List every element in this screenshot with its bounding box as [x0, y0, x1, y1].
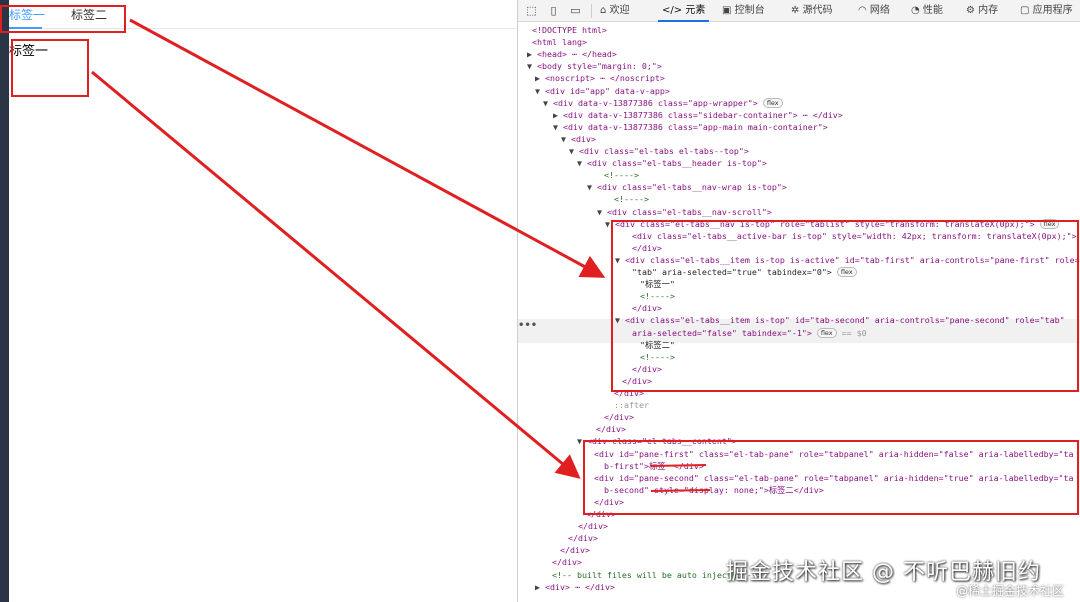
expand-triangle-icon[interactable]: ▼ [527, 61, 537, 71]
dom-node-line[interactable]: ▼ <div> [561, 133, 596, 145]
collapse-triangle-icon[interactable]: ▶ [527, 49, 537, 59]
dom-node-text: <div class="el-tabs__header is-top"> [587, 158, 767, 169]
dom-node-text: <body style="margin: 0;"> [537, 61, 662, 72]
expand-triangle-icon[interactable]: ▼ [561, 134, 571, 144]
dom-node-line[interactable]: <!----> [614, 193, 649, 205]
tab-welcome[interactable]: ⌂ 欢迎 [600, 0, 630, 22]
dom-node-text: <div id="app" data-v-app> [545, 85, 670, 96]
annotation-box-pane [11, 39, 89, 97]
annotation-box-pane-nodes [583, 440, 1079, 515]
console-icon: ▣ [722, 5, 735, 16]
tab-network[interactable]: ◠ 网络 [858, 0, 890, 22]
tab-elements-label: 元素 [685, 5, 706, 16]
dom-node-line[interactable]: </div> [568, 532, 598, 544]
sidebar-edge [0, 0, 9, 602]
dom-node-line[interactable]: </div> [596, 423, 626, 435]
expand-triangle-icon[interactable]: ▼ [577, 158, 587, 168]
tab-application-label: 应用程序 [1032, 5, 1073, 16]
device-emulation-icon[interactable]: ▯ [546, 3, 561, 18]
expand-triangle-icon[interactable]: ▼ [597, 207, 607, 217]
dom-node-text: </div> [560, 545, 590, 556]
expand-triangle-icon[interactable]: ▼ [535, 86, 545, 96]
dom-node-text: </div> [578, 521, 608, 532]
dom-node-text: </div> [568, 533, 598, 544]
dom-node-line[interactable]: ▼ <div class="el-tabs el-tabs--top"> [569, 145, 749, 157]
dom-node-line[interactable]: </div> [604, 411, 634, 423]
dom-node-text: <div> [571, 133, 596, 144]
dom-node-line[interactable]: ▼ <div class="el-tabs__nav-wrap is-top"> [587, 181, 787, 193]
sidebar-toggle-icon[interactable]: ▭ [568, 3, 583, 18]
dom-node-line[interactable]: ▶ <div> ⋯ </div> [535, 581, 615, 593]
watermark-sub: @稀土掘金技术社区 [956, 584, 1065, 598]
tab-sources-label: 源代码 [802, 5, 833, 16]
dom-node-line[interactable]: </div> [578, 520, 608, 532]
tab-console-label: 控制台 [734, 5, 765, 16]
dom-node-line[interactable]: ▼ <div class="el-tabs__header is-top"> [577, 157, 767, 169]
collapse-triangle-icon[interactable]: ▶ [535, 73, 545, 83]
dom-node-text: <div class="el-tabs el-tabs--top"> [579, 146, 749, 156]
tab-memory[interactable]: ⚙ 内存 [966, 0, 998, 22]
dom-node-line[interactable]: </div> [560, 544, 590, 556]
dom-node-text: <html lang> [532, 37, 587, 48]
dom-node-text: <noscript> ⋯ </noscript> [545, 73, 665, 84]
tab-performance[interactable]: ◔ 性能 [911, 0, 943, 22]
expand-triangle-icon[interactable]: ▼ [543, 98, 553, 108]
dom-node-text: ::after [614, 400, 649, 411]
bug-icon: ✲ [791, 5, 803, 16]
dom-node-line[interactable]: ▶ <noscript> ⋯ </noscript> [535, 72, 665, 84]
tab-welcome-label: 欢迎 [609, 5, 630, 16]
devtools-toolbar: ⬚ ▯ ▭ ⌂ 欢迎 </> 元素 ▣ 控制台 ✲ 源代码 ◠ 网络 ◔ 性能 … [518, 0, 1080, 22]
home-icon: ⌂ [600, 5, 610, 16]
dom-node-line[interactable]: <!----> [604, 169, 639, 181]
inspect-element-icon[interactable]: ⬚ [524, 3, 539, 18]
tab-network-label: 网络 [869, 5, 890, 16]
dom-node-line[interactable]: ▼ <div data-v-13877386 class="app-wrappe… [543, 97, 783, 109]
dom-node-line[interactable]: </div> [552, 556, 582, 568]
dom-node-line[interactable]: ▼ <div id="app" data-v-app> [535, 85, 670, 97]
gauge-icon: ◔ [911, 5, 923, 16]
tab-performance-label: 性能 [922, 5, 943, 16]
tab-application[interactable]: ▢ 应用程序 [1020, 0, 1073, 22]
application-icon: ▢ [1020, 5, 1033, 16]
dom-node-line[interactable]: ▼ <div data-v-13877386 class="app-main m… [553, 121, 828, 133]
tab-memory-label: 内存 [978, 5, 999, 16]
collapse-triangle-icon[interactable]: ▶ [553, 110, 563, 120]
tab-sources[interactable]: ✲ 源代码 [791, 0, 833, 22]
wifi-icon: ◠ [858, 5, 870, 16]
toolbar-divider [591, 4, 592, 18]
dom-node-text: </div> [596, 424, 626, 435]
dom-node-text: <head> ⋯ </head> [537, 49, 617, 60]
dom-node-line[interactable]: <html lang> [532, 36, 587, 48]
code-icon: </> [662, 5, 683, 16]
dom-node-line[interactable]: ▶ <head> ⋯ </head> [527, 48, 617, 60]
dom-node-text: <div data-v-13877386 class="sidebar-cont… [563, 109, 843, 120]
dom-node-line[interactable]: ▼ <div class="el-tabs__nav-scroll"> [597, 206, 772, 218]
dom-node-line[interactable]: ▼ <body style="margin: 0;"> [527, 60, 662, 72]
dom-node-text: <div data-v-13877386 class="app-main mai… [563, 121, 828, 132]
dom-node-line[interactable]: <!DOCTYPE html> [532, 24, 607, 36]
expand-triangle-icon[interactable]: ▼ [553, 122, 563, 132]
dom-node-text: <div> ⋯ </div> [545, 581, 615, 592]
tab-elements[interactable]: </> 元素 [658, 0, 710, 22]
expand-triangle-icon[interactable]: ▼ [587, 182, 597, 192]
tab-console[interactable]: ▣ 控制台 [722, 0, 765, 22]
dom-node-text: <div data-v-13877386 class="app-wrapper"… [553, 97, 758, 108]
flex-badge[interactable]: flex [762, 97, 783, 108]
dom-node-text: <!DOCTYPE html> [532, 25, 607, 35]
dom-node-text: <!----> [604, 170, 639, 181]
dom-node-line[interactable]: ::after [614, 399, 649, 411]
collapse-triangle-icon[interactable]: ▶ [535, 582, 545, 592]
dom-node-text: <!----> [614, 194, 649, 205]
expand-triangle-icon[interactable]: ▼ [569, 146, 579, 156]
dom-node-text: </div> [552, 557, 582, 568]
dom-node-line[interactable]: ▶ <div data-v-13877386 class="sidebar-co… [553, 109, 843, 121]
annotation-box-tabs [0, 5, 126, 33]
dom-node-text: <div class="el-tabs__nav-wrap is-top"> [597, 182, 787, 193]
dom-node-text: <div class="el-tabs__nav-scroll"> [607, 206, 772, 217]
annotation-box-tab-nodes [611, 220, 1079, 392]
dom-node-text: </div> [604, 412, 634, 423]
gear-icon: ⚙ [966, 5, 979, 16]
